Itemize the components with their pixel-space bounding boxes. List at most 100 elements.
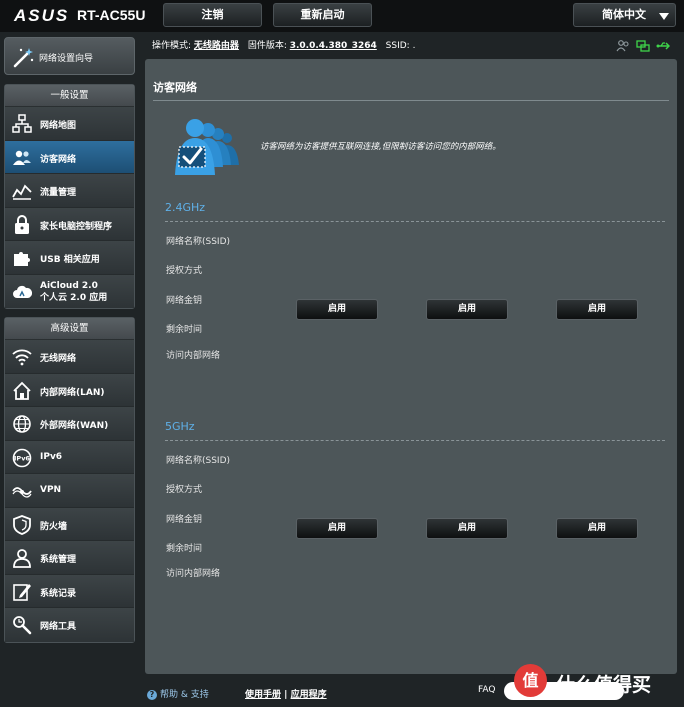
home-lan-icon <box>12 381 32 401</box>
sidebar-item-traffic[interactable]: 流量管理 <box>5 174 134 208</box>
logout-button[interactable]: 注销 <box>163 3 262 27</box>
sidebar-item-vpn[interactable]: VPN <box>5 474 134 508</box>
sidebar-item-label: 流量管理 <box>40 188 77 198</box>
status-icons <box>616 37 671 52</box>
app-link[interactable]: 应用程序 <box>291 690 327 700</box>
mode-label: 操作模式: <box>152 41 192 51</box>
wizard-label: 网络设置向导 <box>39 54 94 64</box>
enable-button-5g-3[interactable]: 启用 <box>556 518 638 539</box>
model-name: RT-AC55U <box>77 7 146 23</box>
log-icon <box>12 582 32 602</box>
aicloud-icon <box>12 282 33 302</box>
sidebar-item-ipv6[interactable]: IPv6 IPv6 <box>5 440 134 474</box>
footer-separator: | <box>284 690 288 700</box>
page-description: 访客网络为访客提供互联网连接,但限制访客访问您的内部网络。 <box>260 142 501 152</box>
page-title: 访客网络 <box>153 81 197 94</box>
sidebar-item-system-log[interactable]: 系统记录 <box>5 574 134 608</box>
enable-button-2g-2[interactable]: 启用 <box>426 299 508 320</box>
band-2g-divider <box>165 221 665 222</box>
asus-logo[interactable]: ASUS <box>14 6 69 26</box>
sidebar-item-label: 网络工具 <box>40 622 77 632</box>
row-label-auth: 授权方式 <box>166 266 203 276</box>
clients-icon[interactable] <box>616 37 630 52</box>
band-5g-title: 5GHz <box>165 420 195 433</box>
help-label: 帮助 & 支持 <box>160 690 209 700</box>
watermark-logo: 值 <box>514 664 547 697</box>
main-panel: 访客网络 访客网络为访客提供互联网连接,但限制访客访问您的内部网络。 2.4GH… <box>145 59 677 674</box>
sidebar-item-usb[interactable]: USB 相关应用 <box>5 241 134 275</box>
enable-button-2g-1[interactable]: 启用 <box>296 299 378 320</box>
sidebar-item-network-map[interactable]: 网络地图 <box>5 107 134 141</box>
language-value: 简体中文 <box>602 8 646 21</box>
help-icon: ? <box>147 690 157 700</box>
sidebar-item-label: IPv6 <box>40 451 63 462</box>
firmware-link[interactable]: 3.0.0.4.380_3264 <box>290 41 377 51</box>
watermark-text: 什么值得买 <box>556 674 652 696</box>
guest-network-illustration-icon <box>167 117 245 179</box>
site-watermark: 值 什么值得买 <box>514 664 682 704</box>
sidebar-item-administration[interactable]: 系统管理 <box>5 541 134 575</box>
row-label-time-remaining: 剩余时间 <box>166 325 203 335</box>
mode-link[interactable]: 无线路由器 <box>194 41 239 51</box>
usb-puzzle-icon <box>12 248 32 268</box>
sidebar-item-label: 外部网络(WAN) <box>40 421 109 431</box>
chevron-down-icon <box>659 13 669 20</box>
row-label-ssid: 网络名称(SSID) <box>166 237 231 247</box>
ssid-value: . <box>412 41 416 51</box>
parental-lock-icon <box>12 214 32 235</box>
svg-text:IPv6: IPv6 <box>14 454 30 462</box>
network-status-icon[interactable] <box>636 37 650 52</box>
row-label-intranet-access: 访问内部网络 <box>166 569 221 579</box>
globe-wan-icon <box>12 414 32 434</box>
guest-network-icon <box>12 148 32 168</box>
sidebar-item-wan[interactable]: 外部网络(WAN) <box>5 407 134 441</box>
band-5g-divider <box>165 440 665 441</box>
language-select[interactable]: 简体中文 <box>573 3 676 27</box>
manual-link[interactable]: 使用手册 <box>245 690 281 700</box>
aicloud-subtitle: 个人云 2.0 应用 <box>40 292 108 303</box>
sidebar-item-guest-network[interactable]: 访客网络 <box>5 140 134 174</box>
enable-button-5g-1[interactable]: 启用 <box>296 518 378 539</box>
sidebar-item-label: USB 相关应用 <box>40 255 100 265</box>
usb-status-icon[interactable] <box>656 37 671 50</box>
reboot-button[interactable]: 重新启动 <box>273 3 372 27</box>
network-tools-icon <box>12 615 32 635</box>
sidebar-item-parental-control[interactable]: 家长电脑控制程序 <box>5 207 134 241</box>
sidebar-item-aicloud[interactable]: AiCloud 2.0 个人云 2.0 应用 <box>5 274 134 308</box>
traffic-icon <box>12 181 32 201</box>
sidebar-item-lan[interactable]: 内部网络(LAN) <box>5 373 134 407</box>
sidebar-item-label: 无线网络 <box>40 354 77 364</box>
status-line: 操作模式: 无线路由器 固件版本: 3.0.0.4.380_3264 SSID:… <box>152 38 415 51</box>
title-divider <box>153 100 669 101</box>
sidebar-item-label: 系统管理 <box>40 555 77 565</box>
vpn-icon <box>12 481 32 501</box>
sidebar-item-wireless[interactable]: 无线网络 <box>5 340 134 374</box>
advanced-settings-heading: 高级设置 <box>5 318 134 340</box>
sidebar-item-label: 网络地图 <box>40 121 77 131</box>
sidebar-item-label: 家长电脑控制程序 <box>40 221 113 232</box>
ssid-label: SSID: <box>385 41 410 51</box>
sidebar-item-label: 系统记录 <box>40 588 77 599</box>
network-map-icon <box>12 114 32 134</box>
row-label-intranet-access: 访问内部网络 <box>166 351 221 361</box>
band-2g-title: 2.4GHz <box>165 201 206 214</box>
enable-button-5g-2[interactable]: 启用 <box>426 518 508 539</box>
help-support-link[interactable]: ? 帮助 & 支持 <box>147 687 209 700</box>
top-bar: ASUS RT-AC55U 注销 重新启动 简体中文 <box>0 0 684 32</box>
advanced-settings-group: 高级设置 无线网络 内部网络(LAN) 外部网络(WAN) IPv6 IPv6 … <box>4 317 135 643</box>
general-settings-group: 一般设置 网络地图 访客网络 流量管理 家长电脑控制程序 USB 相关应用 Ai… <box>4 84 135 309</box>
sidebar-item-label: 内部网络(LAN) <box>40 387 105 398</box>
wireless-icon <box>12 347 32 367</box>
sidebar-item-firewall[interactable]: 防火墙 <box>5 507 134 541</box>
row-label-key: 网络金钥 <box>166 515 203 525</box>
sidebar-item-network-tools[interactable]: 网络工具 <box>5 608 134 642</box>
faq-label: FAQ <box>478 685 496 695</box>
firmware-label: 固件版本: <box>247 41 287 51</box>
shield-firewall-icon <box>12 514 32 535</box>
sidebar-item-label: 访客网络 <box>40 154 77 165</box>
setup-wizard-button[interactable]: 网络设置向导 <box>4 37 135 75</box>
admin-user-icon <box>12 548 32 568</box>
ipv6-icon: IPv6 <box>12 448 32 468</box>
enable-button-2g-3[interactable]: 启用 <box>556 299 638 320</box>
magic-wand-icon <box>12 45 36 69</box>
